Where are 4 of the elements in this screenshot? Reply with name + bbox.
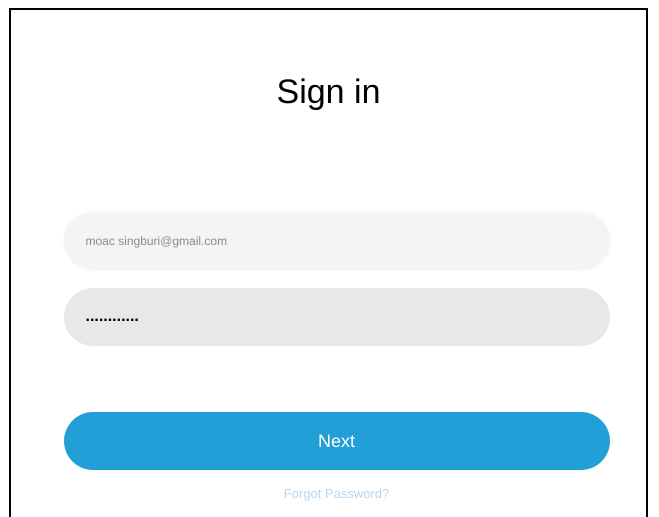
next-button[interactable]: Next [64,412,610,470]
email-field[interactable]: moac singburi@gmail.com [64,212,610,270]
page-title: Sign in [276,74,380,112]
password-field[interactable]: ............ [64,288,610,346]
